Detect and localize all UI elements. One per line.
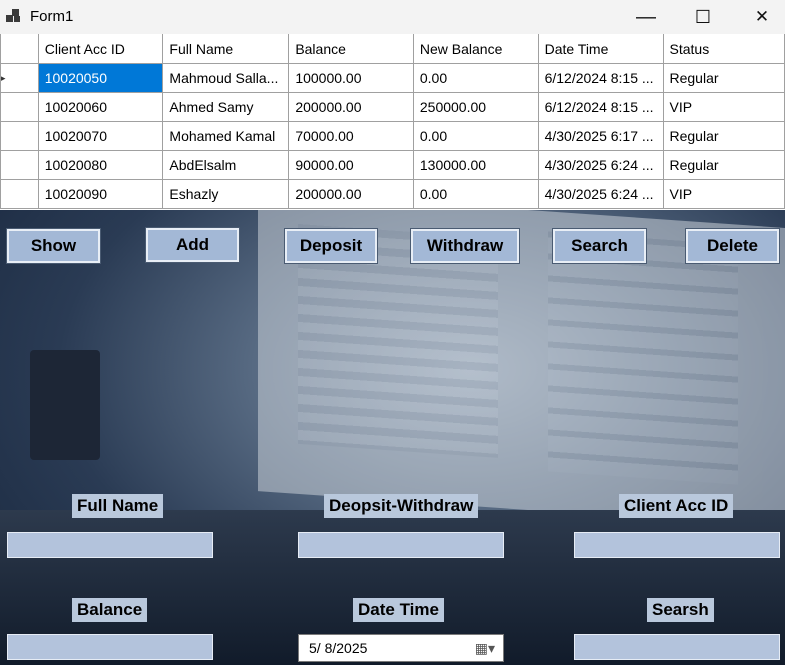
deposit-withdraw-input[interactable] (298, 532, 504, 558)
withdraw-button[interactable]: Withdraw (411, 229, 519, 263)
grid-cell[interactable]: 0.00 (412, 121, 539, 151)
row-header[interactable] (0, 121, 39, 151)
grid-cell[interactable]: 90000.00 (288, 150, 414, 180)
full-name-label: Full Name (72, 494, 164, 518)
close-button[interactable]: ✕ (739, 0, 785, 34)
grid-cell[interactable]: 130000.00 (412, 150, 539, 180)
search-button[interactable]: Search (553, 229, 646, 263)
grid-cell[interactable]: Mohamed Kamal (162, 121, 290, 151)
date-time-picker[interactable]: 5/ 8/2025 ▦▾ (298, 634, 504, 662)
grid-cell[interactable]: Regular (662, 121, 785, 151)
column-header-new-balance[interactable]: New Balance (412, 34, 539, 64)
show-button[interactable]: Show (7, 229, 100, 263)
grid-cell[interactable]: 4/30/2025 6:24 ... (537, 179, 664, 209)
date-time-label: Date Time (353, 598, 444, 622)
table-row[interactable]: 10020090 Eshazly 200000.00 0.00 4/30/202… (0, 179, 785, 209)
grid-cell[interactable]: 70000.00 (288, 121, 414, 151)
row-header[interactable] (0, 150, 39, 180)
app-icon (6, 9, 22, 25)
minimize-button[interactable]: — (623, 0, 669, 34)
column-header-balance[interactable]: Balance (288, 34, 414, 64)
row-header-current-icon[interactable]: ▸ (0, 63, 39, 93)
add-button[interactable]: Add (146, 228, 239, 262)
grid-cell[interactable]: 4/30/2025 6:24 ... (537, 150, 664, 180)
client-acc-id-input[interactable] (574, 532, 780, 558)
grid-cell[interactable]: AbdElsalm (162, 150, 290, 180)
row-header[interactable] (0, 179, 39, 209)
table-row[interactable]: 10020070 Mohamed Kamal 70000.00 0.00 4/3… (0, 121, 785, 151)
search-input[interactable] (574, 634, 780, 660)
title-bar: Form1 — ☐ ✕ (0, 0, 785, 34)
grid-cell[interactable]: 10020090 (37, 179, 164, 209)
grid-header-row: Client Acc ID Full Name Balance New Bala… (0, 34, 785, 64)
date-value: 5/ 8/2025 (309, 640, 368, 656)
column-header-client-acc-id[interactable]: Client Acc ID (37, 34, 164, 64)
window-title: Form1 (30, 8, 74, 25)
grid-cell[interactable]: 6/12/2024 8:15 ... (537, 63, 664, 93)
grid-cell[interactable]: Eshazly (162, 179, 290, 209)
grid-cell[interactable]: 250000.00 (412, 92, 539, 122)
grid-cell[interactable]: 4/30/2025 6:17 ... (537, 121, 664, 151)
balance-input[interactable] (7, 634, 213, 660)
background-image (0, 210, 785, 665)
grid-cell[interactable]: 100000.00 (288, 63, 414, 93)
grid-cell[interactable]: Regular (662, 63, 785, 93)
column-header-full-name[interactable]: Full Name (162, 34, 290, 64)
grid-cell[interactable]: VIP (662, 92, 785, 122)
maximize-button[interactable]: ☐ (680, 0, 726, 34)
grid-cell[interactable]: VIP (662, 179, 785, 209)
deposit-withdraw-label: Deopsit-Withdraw (324, 494, 479, 518)
table-row[interactable]: 10020060 Ahmed Samy 200000.00 250000.00 … (0, 92, 785, 122)
calendar-icon[interactable]: ▦▾ (475, 640, 495, 657)
grid-cell[interactable]: 0.00 (412, 179, 539, 209)
column-header-status[interactable]: Status (662, 34, 785, 64)
grid-cell[interactable]: 10020070 (37, 121, 164, 151)
grid-cell[interactable]: 10020060 (37, 92, 164, 122)
grid-cell[interactable]: Ahmed Samy (162, 92, 290, 122)
grid-cell[interactable]: 200000.00 (288, 179, 414, 209)
grid-cell[interactable]: 0.00 (412, 63, 539, 93)
grid-cell[interactable]: 10020080 (37, 150, 164, 180)
row-header[interactable] (0, 92, 39, 122)
grid-cell[interactable]: 200000.00 (288, 92, 414, 122)
background-pen-cup (30, 350, 100, 460)
grid-cell[interactable]: 10020050 (37, 63, 164, 93)
deposit-button[interactable]: Deposit (285, 229, 377, 263)
client-acc-id-label: Client Acc ID (619, 494, 734, 518)
column-header-date-time[interactable]: Date Time (537, 34, 664, 64)
table-row[interactable]: 10020080 AbdElsalm 90000.00 130000.00 4/… (0, 150, 785, 180)
table-row[interactable]: ▸ 10020050 Mahmoud Salla... 100000.00 0.… (0, 63, 785, 93)
accounts-grid[interactable]: Client Acc ID Full Name Balance New Bala… (0, 34, 785, 212)
grid-cell[interactable]: 6/12/2024 8:15 ... (537, 92, 664, 122)
delete-button[interactable]: Delete (686, 229, 779, 263)
full-name-input[interactable] (7, 532, 213, 558)
grid-corner-cell (0, 34, 39, 64)
grid-cell[interactable]: Regular (662, 150, 785, 180)
grid-cell[interactable]: Mahmoud Salla... (162, 63, 290, 93)
balance-label: Balance (72, 598, 148, 622)
search-label: Searsh (647, 598, 714, 622)
